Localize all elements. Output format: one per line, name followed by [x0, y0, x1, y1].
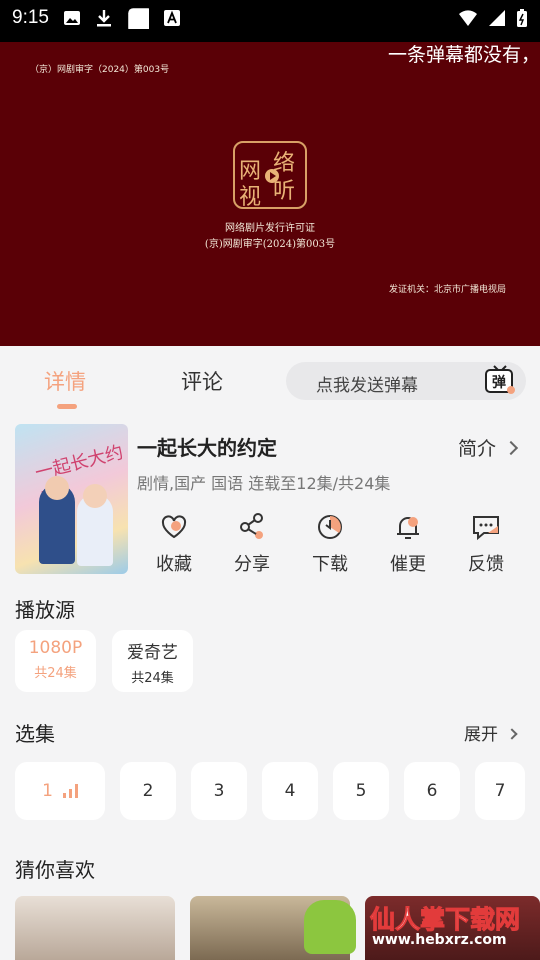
action-label: 催更 [390, 554, 426, 575]
network-audiovisual-seal: 网 络 视 听 [233, 141, 307, 210]
feedback-icon [473, 516, 499, 541]
source-list: 1080P 共24集 爱奇艺 共24集 [15, 630, 193, 692]
episode-number: 7 [494, 781, 506, 801]
feedback-button[interactable]: 反馈 [447, 512, 525, 576]
favorite-button[interactable]: 收藏 [135, 512, 213, 576]
recommend-poster[interactable] [15, 896, 175, 960]
chevron-right-icon [503, 440, 519, 456]
source-quality: 爱奇艺 [127, 643, 178, 663]
app-icon [128, 8, 149, 29]
site-watermark: 仙人掌下载网 www.hebxrz.com [290, 894, 530, 960]
video-player[interactable]: （京）网剧审字（2024）第003号 网 络 视 听 网络剧片发行许可证 (京)… [0, 36, 540, 346]
recommend-heading: 猜你喜欢 [15, 858, 95, 882]
issuing-authority: 发证机关：北京市广播电视局 [388, 285, 506, 295]
now-playing-icon [62, 784, 78, 798]
episode-button[interactable]: 7 [475, 762, 525, 820]
bell-icon [397, 517, 419, 539]
action-label: 反馈 [468, 554, 504, 575]
show-poster[interactable]: 一起长大约定 [15, 424, 128, 574]
source-option[interactable]: 1080P 共24集 [15, 630, 96, 692]
show-info: 一起长大约定 一起长大的约定 简介 剧情,国产 国语 连载至12集/共24集 收… [0, 420, 540, 580]
wifi-icon [459, 10, 477, 26]
action-label: 收藏 [156, 554, 192, 575]
source-quality: 1080P [28, 638, 83, 658]
danmaku-message: 一条弹幕都没有， [387, 44, 540, 66]
action-row: 收藏 分享 下载 催更 反馈 [135, 512, 525, 576]
episode-number: 2 [142, 781, 154, 801]
episode-number: 6 [426, 781, 438, 801]
license-frame: （京）网剧审字（2024）第003号 网 络 视 听 网络剧片发行许可证 (京)… [0, 42, 540, 346]
episode-number: 5 [355, 781, 367, 801]
source-option[interactable]: 爱奇艺 共24集 [112, 630, 193, 692]
clock: 9:15 [12, 7, 49, 28]
source-episode-count: 共24集 [34, 666, 77, 681]
share-button[interactable]: 分享 [213, 512, 291, 576]
remind-update-button[interactable]: 催更 [369, 512, 447, 576]
sources-heading: 播放源 [15, 598, 75, 622]
license-number-top: （京）网剧审字（2024）第003号 [30, 65, 170, 75]
heart-icon [161, 515, 187, 539]
expand-label: 展开 [464, 725, 498, 745]
tab-details[interactable]: 详情 [44, 366, 86, 396]
source-episode-count: 共24集 [131, 671, 174, 686]
certificate-number: (京)网剧审字(2024)第003号 [204, 239, 336, 250]
watermark-text: 仙人掌下载网 [369, 905, 521, 935]
danmaku-toggle-icon[interactable]: 弹 [484, 365, 516, 395]
download-icon [96, 10, 111, 27]
expand-episodes-button[interactable]: 展开 [464, 720, 518, 745]
tab-comments[interactable]: 评论 [181, 366, 223, 396]
action-label: 分享 [234, 554, 270, 575]
poster-figure-head [45, 476, 69, 500]
download-icon [318, 515, 342, 539]
episodes-heading: 选集 [15, 722, 55, 746]
detail-tab-bar: 详情 评论 点我发送弹幕 弹 [0, 350, 540, 416]
episode-number: 4 [284, 781, 296, 801]
episode-button[interactable]: 6 [404, 762, 460, 820]
danmaku-input[interactable]: 点我发送弹幕 弹 [286, 362, 526, 400]
episode-button[interactable]: 4 [262, 762, 318, 820]
chevron-right-icon [506, 728, 518, 740]
status-bar: 9:15 [0, 0, 540, 36]
show-meta: 剧情,国产 国语 连载至12集/共24集 [137, 474, 391, 493]
episode-number: 3 [213, 781, 225, 801]
battery-icon [517, 9, 527, 27]
font-icon [163, 10, 180, 26]
watermark-url: www.hebxrz.com [372, 932, 507, 948]
episode-button[interactable]: 2 [120, 762, 176, 820]
intro-link[interactable]: 简介 [457, 434, 519, 461]
seal-char: 视 [239, 185, 262, 210]
action-label: 下载 [312, 554, 348, 575]
episode-list: 1 2 3 4 5 6 7 [15, 762, 540, 820]
poster-figure-head [83, 484, 107, 508]
play-icon [265, 169, 279, 183]
episode-number: 1 [42, 781, 53, 801]
episode-button-current[interactable]: 1 [15, 762, 105, 820]
signal-icon [489, 10, 505, 26]
cactus-logo-icon [304, 900, 356, 954]
intro-label: 简介 [457, 438, 496, 460]
share-icon [240, 513, 263, 539]
episode-button[interactable]: 5 [333, 762, 389, 820]
danmaku-placeholder: 点我发送弹幕 [316, 376, 418, 396]
episode-button[interactable]: 3 [191, 762, 247, 820]
danmaku-toggle-char: 弹 [492, 374, 506, 391]
download-button[interactable]: 下载 [291, 512, 369, 576]
certificate-title: 网络剧片发行许可证 [225, 223, 315, 234]
show-title: 一起长大的约定 [137, 436, 277, 460]
image-icon [63, 11, 80, 25]
active-tab-indicator [57, 404, 77, 409]
